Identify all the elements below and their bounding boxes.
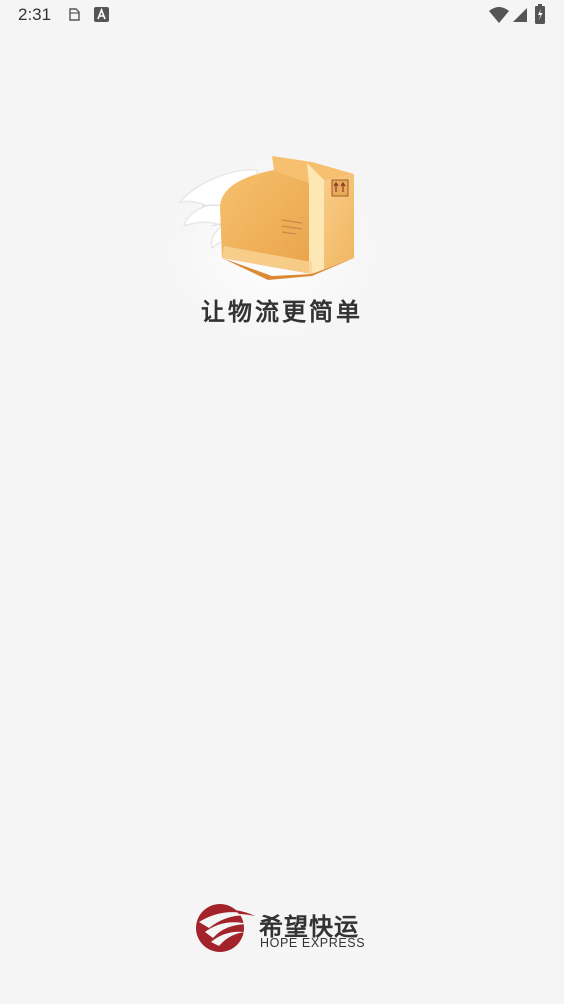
cell-signal-icon	[513, 8, 527, 22]
notification-file-icon	[69, 8, 80, 21]
status-bar: 2:31	[0, 0, 564, 32]
slogan-text: 让物流更简单	[201, 298, 363, 326]
notification-a-icon	[94, 7, 109, 22]
hope-express-logo	[196, 904, 255, 952]
wifi-icon	[489, 7, 509, 23]
status-time: 2:31	[18, 5, 52, 24]
brand-name-en: HOPE EXPRESS	[260, 936, 366, 950]
splash-screen: 2:31 让物流更简单 希望快运 HOPE EXPRESS	[0, 0, 564, 1004]
hope-express-brand: 希望快运 HOPE EXPRESS	[195, 902, 375, 956]
battery-charging-icon	[535, 4, 545, 24]
